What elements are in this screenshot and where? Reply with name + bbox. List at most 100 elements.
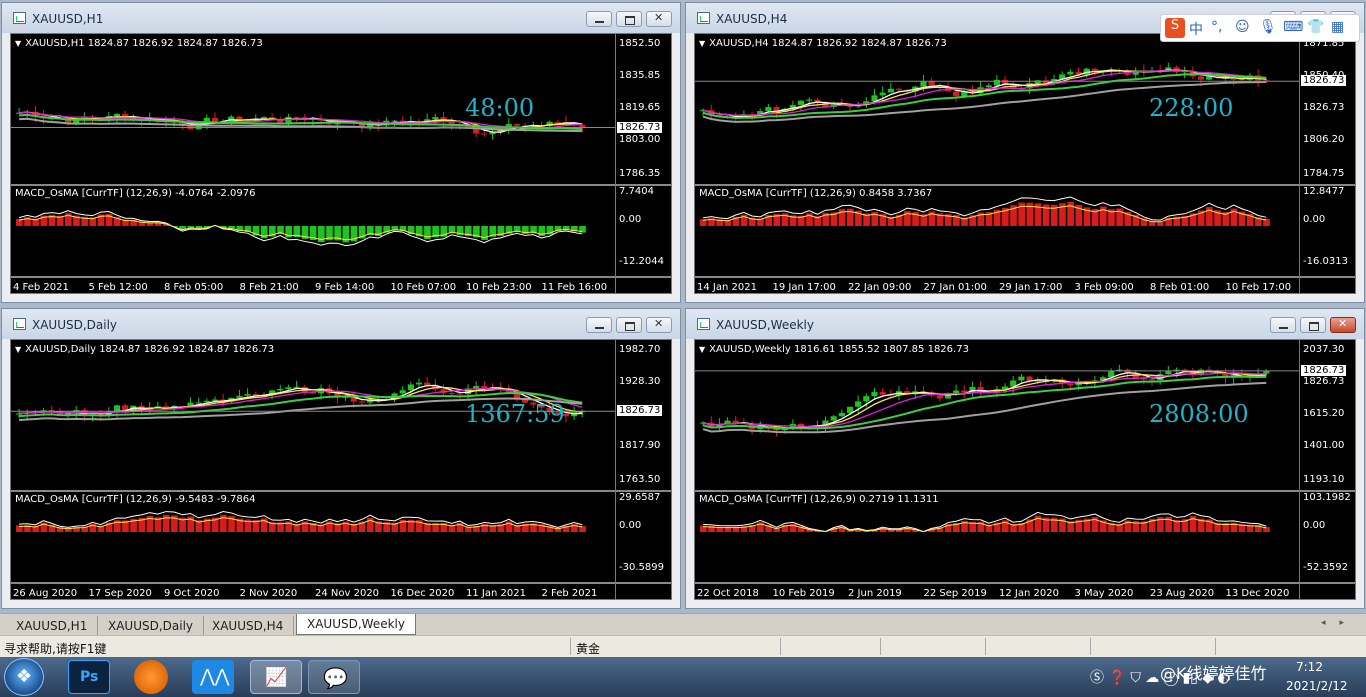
time-axis-tick: 23 Aug 2020 xyxy=(1150,588,1215,599)
clock-time[interactable]: 7:12 xyxy=(1296,660,1323,674)
chart-tab-bar: XAUUSD,H1 XAUUSD,Daily XAUUSD,H4 XAUUSD,… xyxy=(0,613,1366,635)
macd-axis-tick: -52.3592 xyxy=(1303,562,1348,573)
tab-scroll-arrows[interactable]: ◂▸ xyxy=(1321,618,1358,628)
price-axis-tick: 1819.65 xyxy=(619,102,661,113)
candle-body xyxy=(195,402,202,404)
candle-body xyxy=(887,88,894,93)
indicator-separator[interactable] xyxy=(11,184,671,186)
macd-axis-tick: 29.6587 xyxy=(619,492,661,503)
chart-symbol-header: ▼ XAUUSD,H1 1824.87 1826.92 1824.87 1826.… xyxy=(15,38,263,49)
candle-body xyxy=(448,393,455,395)
punctuation-icon[interactable]: °, xyxy=(1211,19,1222,35)
status-divider xyxy=(780,638,781,655)
minimize-button[interactable] xyxy=(586,317,612,333)
photoshop-icon[interactable]: Ps xyxy=(68,660,110,694)
window-titlebar[interactable]: XAUUSD,H1 xyxy=(2,3,680,33)
candle-body xyxy=(920,81,927,87)
candle-body xyxy=(879,92,886,96)
time-axis-tick: 10 Feb 17:00 xyxy=(1225,282,1292,293)
tray-icons[interactable]: Ⓢ ❓ ⛉ ☁ ⓘ ▮▯ ◆ ◐ xyxy=(1090,667,1230,687)
candle-body xyxy=(806,99,813,101)
tab-xauusd-h1[interactable]: XAUUSD,H1 xyxy=(6,616,99,635)
maximize-button[interactable] xyxy=(616,11,642,27)
collapse-triangle-icon[interactable]: ▼ xyxy=(15,345,21,354)
price-axis-border xyxy=(1299,340,1300,599)
chart-canvas[interactable]: ▼ XAUUSD,H1 1824.87 1826.92 1824.87 1826.… xyxy=(10,33,672,294)
candle-body xyxy=(895,88,903,91)
candle-body xyxy=(236,116,243,120)
macd-axis-tick: 12.8477 xyxy=(1303,186,1345,197)
chart-canvas[interactable]: ▼ XAUUSD,Weekly 1816.61 1855.52 1807.85 1… xyxy=(694,339,1356,600)
price-axis-tick: 1835.85 xyxy=(619,70,661,81)
ohlc-text: XAUUSD,H1 1824.87 1826.92 1824.87 1826.7… xyxy=(25,38,263,49)
candle-body xyxy=(399,390,406,394)
clock-date[interactable]: 2021/2/12 xyxy=(1286,679,1348,693)
close-button[interactable] xyxy=(646,317,672,333)
collapse-triangle-icon[interactable]: ▼ xyxy=(15,39,21,48)
macd-axis-tick: 0.00 xyxy=(1303,214,1326,225)
indicator-separator[interactable] xyxy=(695,184,1355,186)
ime-toolbar: S 中 °, ☺ 🎙 ⌨ 👕 ▦ xyxy=(1160,14,1360,42)
maximize-button[interactable] xyxy=(1300,317,1326,333)
time-axis-tick: 27 Jan 01:00 xyxy=(923,282,987,293)
skin-icon[interactable]: 👕 xyxy=(1307,19,1324,35)
minimize-button[interactable] xyxy=(1270,317,1296,333)
chart-canvas[interactable]: ▼ XAUUSD,Daily 1824.87 1826.92 1824.87 18… xyxy=(10,339,672,600)
candle-body xyxy=(1165,371,1172,375)
chart-window-icon xyxy=(13,318,26,330)
emoji-icon[interactable]: ☺ xyxy=(1235,19,1250,35)
candle-body xyxy=(424,382,431,386)
bar-countdown-timer: 1367:59 xyxy=(465,400,565,428)
start-button[interactable] xyxy=(4,658,44,696)
collapse-triangle-icon[interactable]: ▼ xyxy=(699,39,705,48)
candle-body xyxy=(1230,78,1237,80)
tab-xauusd-h4[interactable]: XAUUSD,H4 xyxy=(202,616,295,635)
chart-window-h4[interactable]: XAUUSD,H4 ▼ XAUUSD,H4 1824.87 1826.92 182… xyxy=(685,2,1365,303)
close-button[interactable] xyxy=(646,11,672,27)
candle-body xyxy=(456,393,463,395)
indicator-separator[interactable] xyxy=(11,490,671,492)
keyboard-icon[interactable]: ⌨ xyxy=(1283,19,1303,35)
collapse-triangle-icon[interactable]: ▼ xyxy=(699,345,705,354)
candle-body xyxy=(961,390,968,393)
tab-xauusd-weekly[interactable]: XAUUSD,Weekly xyxy=(296,614,416,635)
maximize-button[interactable] xyxy=(616,317,642,333)
close-button[interactable] xyxy=(1330,317,1356,333)
time-axis-tick: 4 Feb 2021 xyxy=(13,282,69,293)
chart-window-weekly[interactable]: XAUUSD,Weekly ▼ XAUUSD,Weekly 1816.61 185… xyxy=(685,308,1365,609)
time-axis-separator xyxy=(11,276,671,278)
window-titlebar[interactable]: XAUUSD,Daily xyxy=(2,309,680,339)
chart-canvas[interactable]: ▼ XAUUSD,H4 1824.87 1826.92 1824.87 1826.… xyxy=(694,33,1356,294)
candle-body xyxy=(953,390,960,393)
minimize-button[interactable] xyxy=(586,11,612,27)
candle-body xyxy=(415,382,423,385)
chart-window-h1[interactable]: XAUUSD,H1 ▼ XAUUSD,H1 1824.87 1826.92 182… xyxy=(1,2,681,303)
wechat-icon[interactable]: 💬 xyxy=(308,660,360,694)
candle-body xyxy=(554,121,561,123)
microphone-icon[interactable]: 🎙 xyxy=(1259,19,1277,35)
ime-mode-label[interactable]: 中 xyxy=(1189,19,1203,39)
price-axis-tick: 1852.50 xyxy=(619,38,661,49)
app-blue-icon[interactable]: ⋀⋀ xyxy=(192,660,234,694)
indicator-separator[interactable] xyxy=(695,490,1355,492)
candle-body xyxy=(481,133,488,135)
window-titlebar[interactable]: XAUUSD,Weekly xyxy=(686,309,1364,339)
tab-xauusd-daily[interactable]: XAUUSD,Daily xyxy=(98,616,205,635)
windows-taskbar: Ps ⋀⋀ 📈 💬 @K线婷婷佳竹 Ⓢ ❓ ⛉ ☁ ⓘ ▮▯ ◆ ◐ 7:12 … xyxy=(0,657,1366,697)
toolbox-icon[interactable]: ▦ xyxy=(1331,19,1344,35)
metatrader-taskbar-icon[interactable]: 📈 xyxy=(250,660,302,694)
app-orange-icon[interactable] xyxy=(134,660,168,694)
time-axis-tick: 3 Feb 09:00 xyxy=(1074,282,1134,293)
candle-body xyxy=(236,395,243,398)
time-axis-tick: 2 Jun 2019 xyxy=(848,588,902,599)
candle-body xyxy=(1018,376,1025,381)
price-chart-svg xyxy=(11,106,615,247)
chart-window-daily[interactable]: XAUUSD,Daily ▼ XAUUSD,Daily 1824.87 1826.… xyxy=(1,308,681,609)
status-divider xyxy=(880,638,881,655)
current-price-label: 1826.73 xyxy=(617,405,663,417)
time-axis-separator xyxy=(695,582,1355,584)
status-symbol: 黄金 xyxy=(576,642,601,656)
price-axis-tick: 1401.00 xyxy=(1303,440,1345,451)
time-axis-tick: 11 Feb 16:00 xyxy=(541,282,608,293)
time-axis-tick: 3 May 2020 xyxy=(1074,588,1134,599)
